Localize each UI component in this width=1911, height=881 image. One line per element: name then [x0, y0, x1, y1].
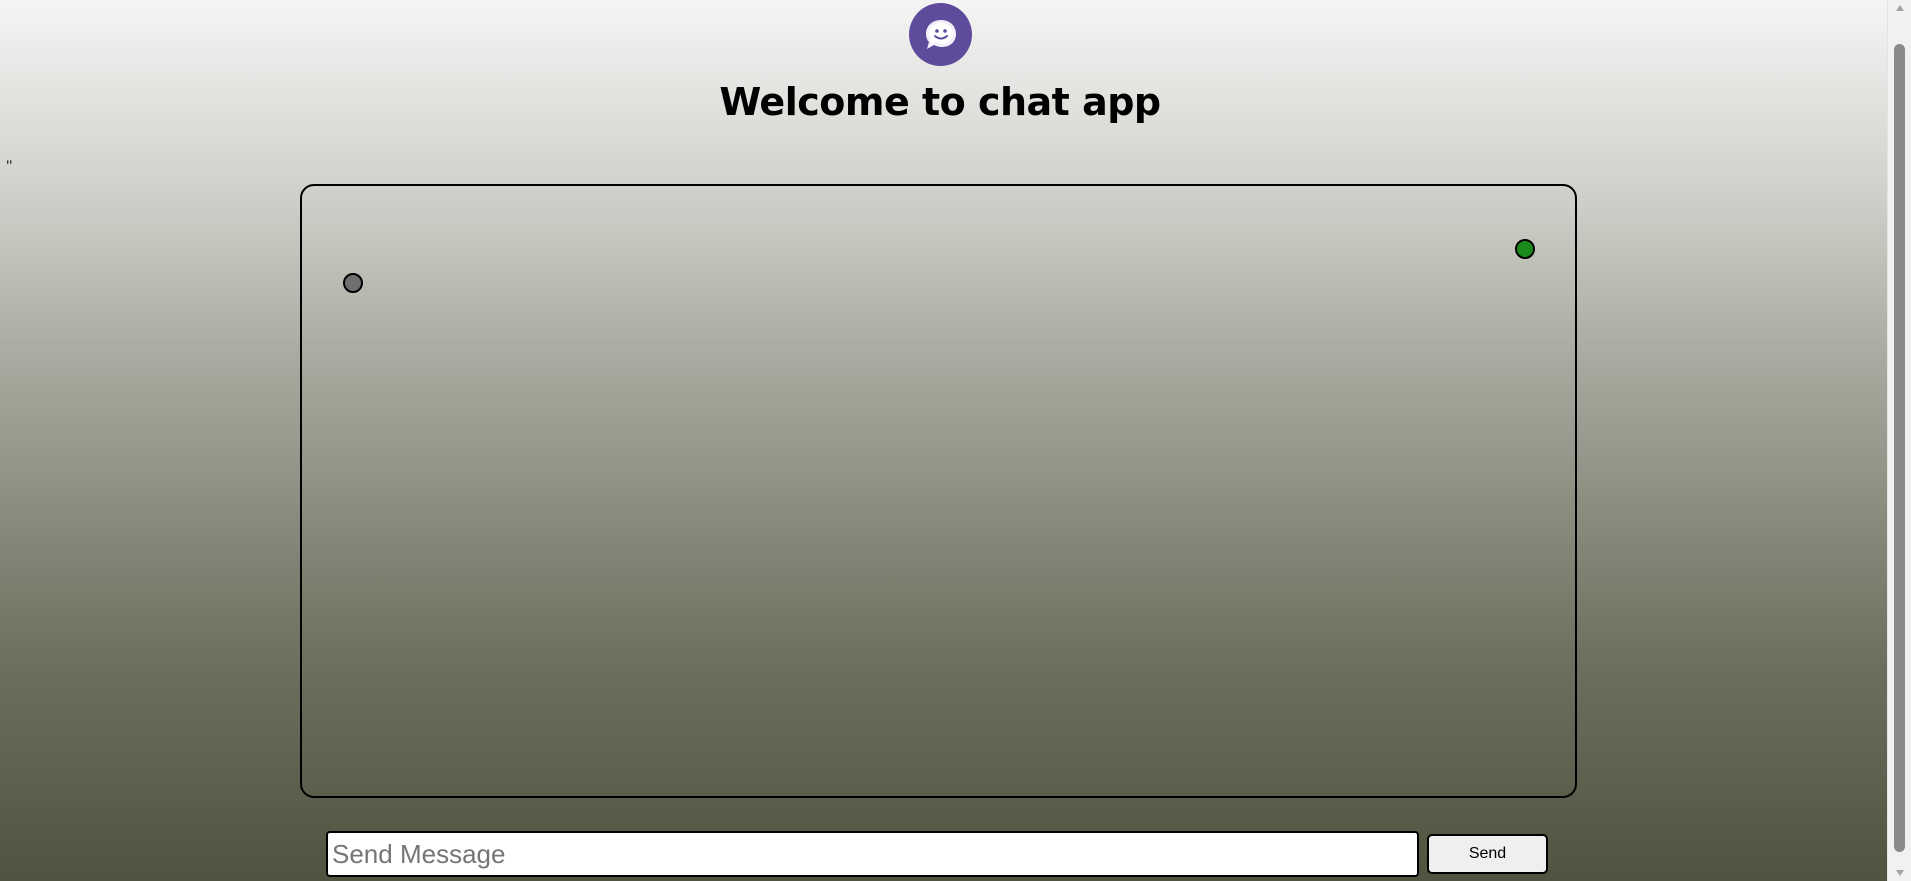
- scroll-up-arrow-icon[interactable]: [1888, 0, 1911, 16]
- scrollbar-thumb[interactable]: [1894, 44, 1905, 852]
- chat-messages-area[interactable]: [300, 184, 1577, 798]
- gray-status-dot: [343, 273, 363, 293]
- scroll-down-arrow-icon[interactable]: [1888, 865, 1911, 881]
- message-input[interactable]: [326, 831, 1419, 877]
- send-button[interactable]: Send: [1427, 834, 1548, 874]
- green-status-dot: [1515, 239, 1535, 259]
- stray-text: ": [6, 158, 13, 175]
- app-logo: [909, 3, 972, 66]
- vertical-scrollbar[interactable]: [1887, 0, 1911, 881]
- chat-bubble-smile-icon: [925, 19, 956, 49]
- page-title: Welcome to chat app: [719, 80, 1161, 124]
- chat-page: Welcome to chat app " Send: [0, 0, 1887, 881]
